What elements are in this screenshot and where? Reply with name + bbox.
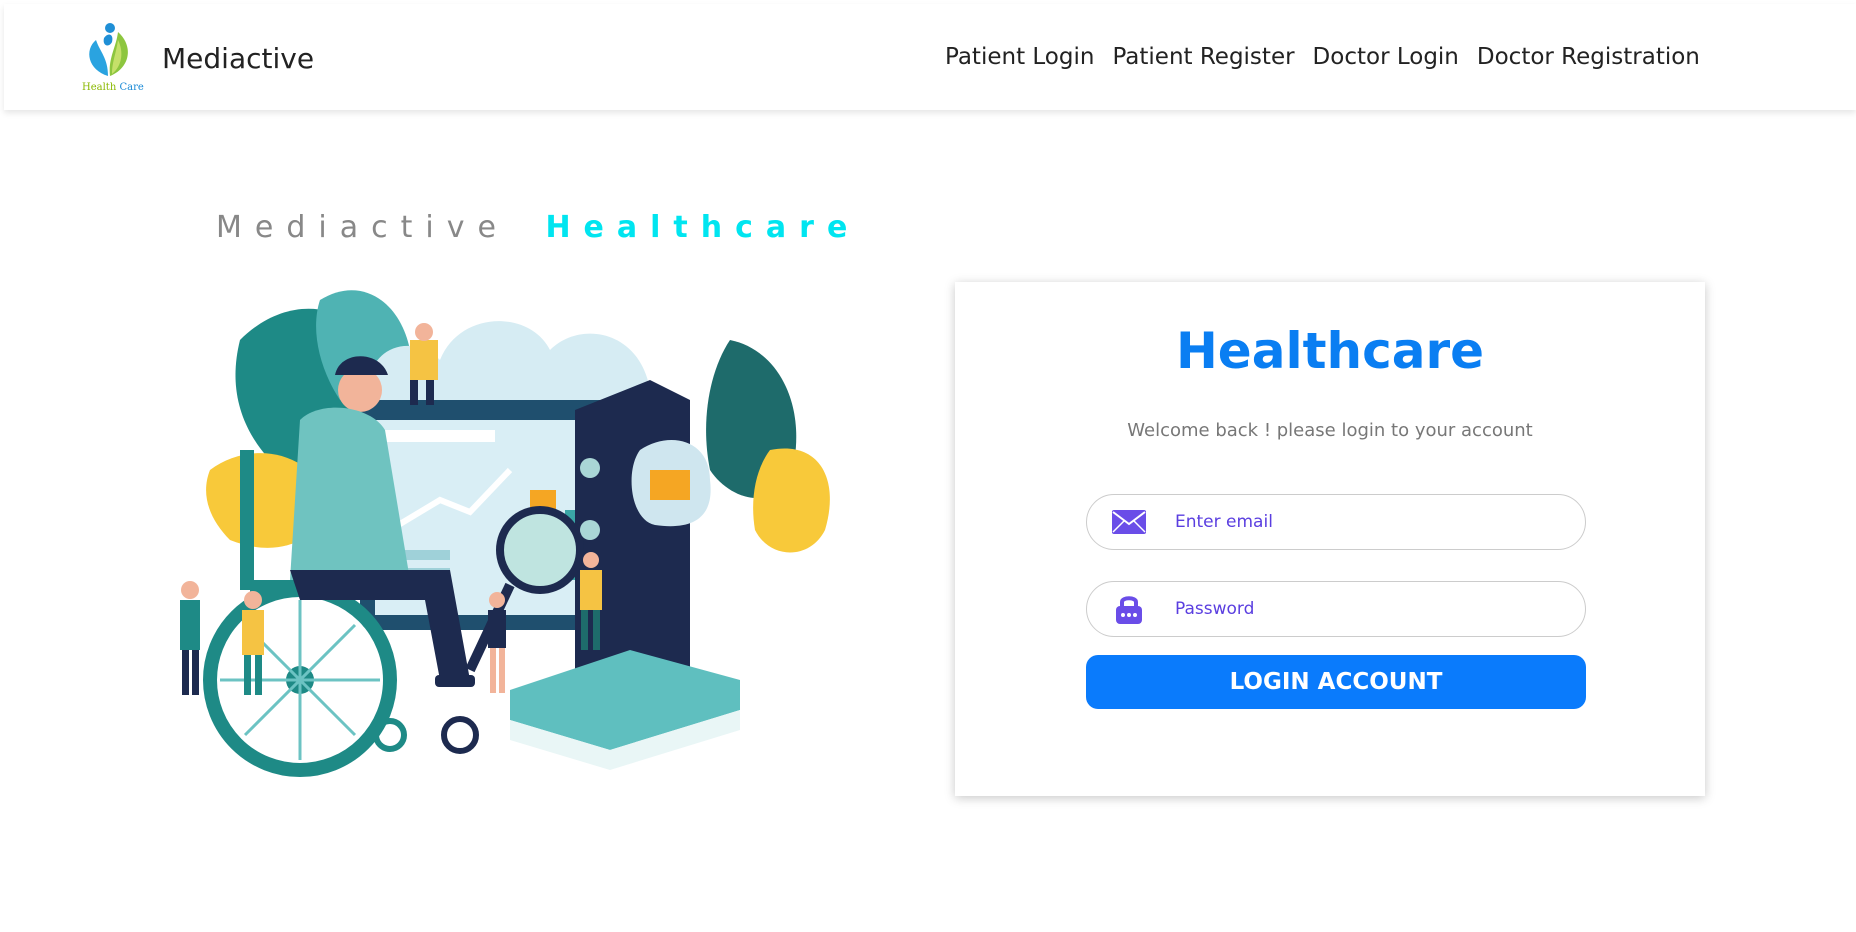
email-field[interactable]	[1086, 494, 1586, 550]
top-navbar: Health Care Mediactive Patient Login Pat…	[4, 4, 1856, 110]
logo-caption-health: Health	[82, 82, 117, 93]
brand[interactable]: Health Care Mediactive	[78, 18, 314, 94]
login-card: Healthcare Welcome back ! please login t…	[955, 282, 1705, 796]
healthcare-illustration	[170, 280, 840, 840]
page: Health Care Mediactive Patient Login Pat…	[0, 0, 1856, 932]
nav-doctor-login[interactable]: Doctor Login	[1313, 44, 1459, 70]
login-card-title: Healthcare	[1175, 322, 1485, 380]
health-care-logo-icon: Health Care	[78, 18, 144, 94]
password-field[interactable]	[1086, 581, 1586, 637]
login-account-button[interactable]: LOGIN ACCOUNT	[1086, 655, 1586, 709]
email-input[interactable]	[1175, 512, 1575, 532]
logo-caption: Health Care	[82, 82, 144, 93]
login-card-subtitle: Welcome back ! please login to your acco…	[1127, 420, 1533, 441]
main-nav: Patient Login Patient Register Doctor Lo…	[945, 44, 1700, 70]
hero-title: Mediactive Healthcare	[216, 210, 860, 245]
hero-title-mediactive: Mediactive	[216, 210, 509, 245]
hero-title-healthcare: Healthcare	[545, 210, 861, 245]
nav-patient-login[interactable]: Patient Login	[945, 44, 1094, 70]
password-input[interactable]	[1175, 599, 1575, 619]
nav-doctor-registration[interactable]: Doctor Registration	[1477, 44, 1700, 70]
nav-patient-register[interactable]: Patient Register	[1112, 44, 1294, 70]
logo-caption-care: Care	[119, 82, 144, 93]
brand-name[interactable]: Mediactive	[162, 42, 314, 75]
envelope-icon	[1109, 507, 1149, 537]
lock-icon	[1109, 594, 1149, 624]
